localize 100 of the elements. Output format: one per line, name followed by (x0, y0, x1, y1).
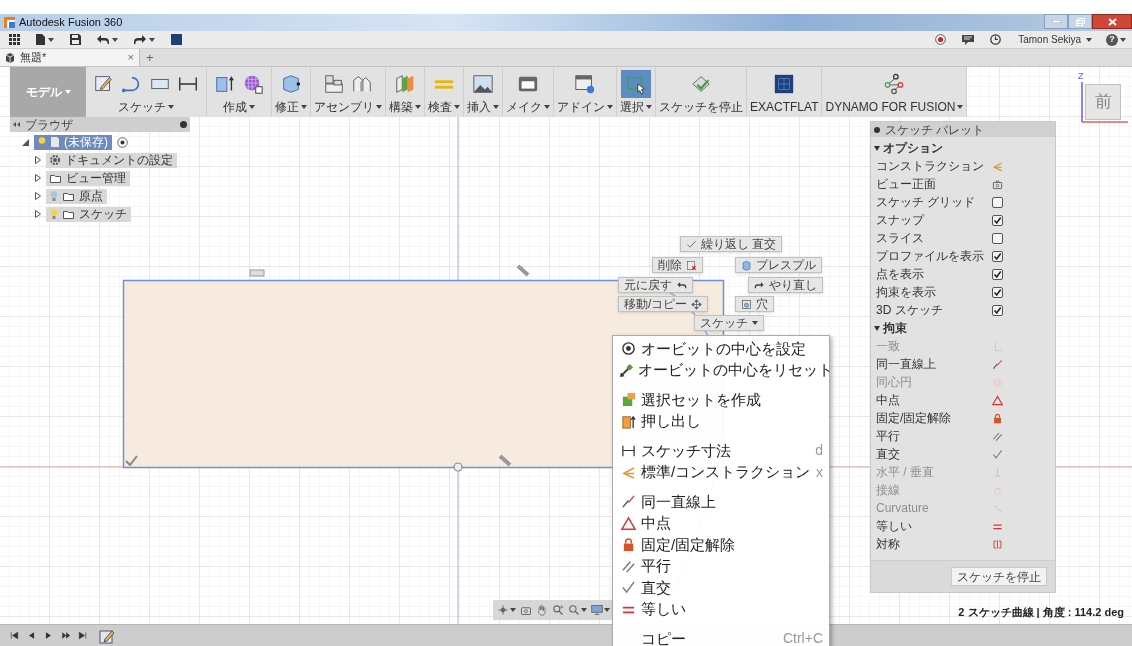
tool-button[interactable] (574, 73, 596, 95)
tool-group-menu[interactable]: 挿入 (467, 100, 499, 114)
record-icon (935, 34, 947, 45)
checkbox[interactable] (992, 214, 1003, 226)
context-menu-item[interactable]: 標準/コンストラクション x (613, 461, 829, 483)
tool-button[interactable] (883, 73, 906, 95)
section-header[interactable]: オプション (871, 139, 1055, 157)
tool-group-menu[interactable]: スケッチを停止 (659, 100, 743, 114)
restore-icon (1075, 17, 1085, 26)
tool-group-menu[interactable]: 作成 (223, 100, 255, 114)
tool-button[interactable] (214, 73, 236, 95)
option-label: 3D スケッチ (876, 303, 944, 317)
context-menu-item[interactable]: 中点 (613, 512, 829, 534)
context-menu-item[interactable]: 平行 (613, 555, 829, 577)
option-label: 一致 (876, 339, 901, 353)
checkbox[interactable] (992, 196, 1003, 208)
maximize-button[interactable] (1068, 14, 1092, 29)
view-tool-button[interactable] (520, 604, 532, 616)
view-tool-button[interactable] (536, 604, 548, 616)
arrow-icon (619, 362, 634, 378)
tool-group-menu[interactable]: 修正 (275, 100, 307, 114)
marking-menu-item[interactable]: 元に戻す (618, 277, 693, 293)
marking-menu-item[interactable]: 穴 (735, 296, 774, 312)
new-tab-button[interactable]: + (140, 49, 160, 66)
context-menu-item[interactable]: 固定/固定解除 (613, 534, 829, 556)
job-status-button[interactable] (168, 31, 185, 48)
timeline-control-button[interactable] (78, 631, 87, 640)
palette-tool-button[interactable] (992, 538, 1003, 550)
timeline-control-button[interactable] (61, 631, 70, 640)
palette-tool-button[interactable] (992, 412, 1003, 424)
context-menu-item[interactable]: 等しい (613, 598, 829, 620)
palette-tool-button[interactable] (992, 394, 1003, 406)
palette-tool-button[interactable] (992, 178, 1003, 190)
context-menu-item[interactable]: オービットの中心をリセット (613, 359, 829, 381)
close-button[interactable] (1092, 14, 1132, 29)
palette-tool-button[interactable] (992, 448, 1003, 460)
checkbox[interactable] (992, 304, 1003, 316)
tool-group-menu[interactable]: アドイン (557, 100, 613, 114)
tool-button[interactable] (773, 73, 796, 95)
tool-group-menu[interactable]: EXACTFLAT (750, 100, 819, 114)
marking-menu-item[interactable]: プレスプル (735, 257, 822, 273)
view-tool-button[interactable] (568, 604, 587, 616)
tool-group-menu[interactable]: 選択 (620, 100, 652, 114)
tool-group-menu[interactable]: アセンブリ (314, 100, 382, 114)
page-cross-icon (686, 259, 697, 271)
marking-menu-item[interactable]: 移動/コピー (618, 296, 709, 312)
checkbox[interactable] (992, 268, 1003, 280)
marking-menu-item[interactable]: スケッチ (694, 315, 764, 331)
option-label: スナップ (876, 213, 926, 227)
timeline-feature[interactable] (99, 627, 115, 644)
checkbox[interactable] (992, 286, 1003, 298)
close-tab-button[interactable]: × (127, 52, 134, 63)
apps-button[interactable] (6, 31, 23, 48)
checkbox[interactable] (992, 250, 1003, 262)
document-tab[interactable]: 無題* × (0, 49, 140, 66)
marking-menu-item[interactable]: 削除 (652, 257, 703, 273)
tool-button[interactable] (472, 73, 494, 95)
slanted-lines-icon (992, 358, 1003, 370)
view-tool-button[interactable] (591, 604, 610, 616)
option-label: 直交 (876, 447, 901, 461)
stop-sketch-button[interactable]: スケッチを停止 (951, 567, 1047, 586)
palette-tool-button[interactable] (992, 358, 1003, 370)
palette-tool-button[interactable] (992, 430, 1003, 442)
section-header[interactable]: 拘束 (871, 319, 1055, 337)
timeline-control-button[interactable] (10, 631, 19, 640)
context-menu-item[interactable]: オービットの中心を設定 (613, 338, 829, 360)
tool-group-menu[interactable]: スケッチ (118, 100, 174, 114)
timeline-control-button[interactable] (44, 631, 53, 640)
tool-group-menu[interactable]: 検査 (428, 100, 460, 114)
target-icon (620, 341, 636, 357)
marking-menu-item[interactable]: やり直し (748, 277, 823, 293)
document-icon (36, 34, 45, 45)
lock-icon (992, 412, 1003, 424)
tool-group-menu[interactable]: 構築 (389, 100, 421, 114)
option-label: 固定/固定解除 (876, 411, 953, 425)
option-label: 中点 (876, 393, 901, 407)
tool-group-menu[interactable]: DYNAMO FOR FUSION (825, 100, 964, 114)
grid-icon (9, 34, 20, 45)
file-button[interactable] (33, 31, 57, 48)
context-menu-item[interactable]: 直交 (613, 577, 829, 599)
context-menu-item[interactable]: スケッチ寸法 d (613, 440, 829, 462)
nodes-icon (883, 73, 906, 95)
tool-group-menu[interactable]: メイク (506, 100, 550, 114)
checkbox[interactable] (992, 232, 1003, 244)
timeline-control-button[interactable] (27, 631, 36, 640)
caret-icon (752, 321, 758, 325)
context-menu-item[interactable]: 押し出し (613, 410, 829, 432)
context-menu-item[interactable]: 同一直線上 (613, 491, 829, 513)
dimension-icon (620, 443, 636, 459)
context-menu-item[interactable]: 選択セットを作成 (613, 389, 829, 411)
save-button[interactable] (67, 31, 84, 48)
folder-icon (63, 191, 74, 201)
view-tool-button[interactable] (552, 604, 564, 616)
marking-menu-item[interactable]: 繰り返し 直交 (680, 236, 783, 252)
user-menu[interactable]: Tamon Sekiya (1014, 32, 1096, 47)
camera-icon (992, 178, 1003, 190)
tool-button[interactable] (242, 73, 264, 95)
context-menu-item[interactable]: コピー Ctrl+C (613, 628, 829, 646)
step-forward-icon (61, 631, 70, 640)
view-tool-button[interactable] (497, 604, 516, 616)
